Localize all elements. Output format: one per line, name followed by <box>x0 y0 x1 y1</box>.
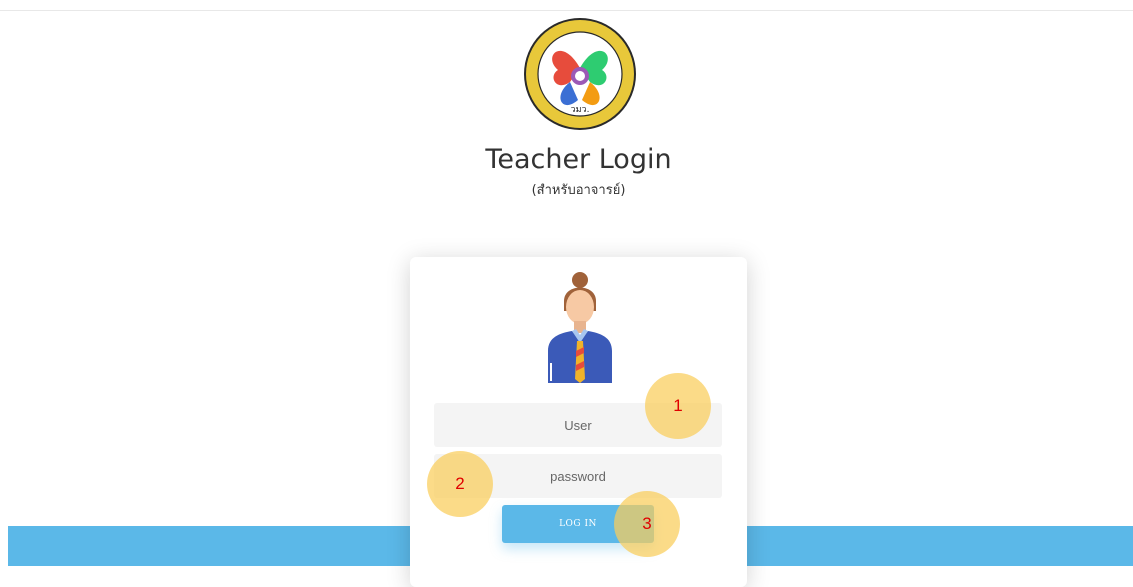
annotation-marker-1: 1 <box>645 373 711 439</box>
page-subtitle: (สำหรับอาจารย์) <box>531 183 626 198</box>
top-divider <box>0 10 1133 11</box>
teacher-avatar-icon <box>548 272 612 383</box>
annotation-marker-3: 3 <box>614 491 680 557</box>
logo-text: วมว. <box>571 105 590 115</box>
annotation-marker-2: 2 <box>427 451 493 517</box>
school-emblem-icon: วมว. <box>524 18 636 130</box>
page-title: Teacher Login <box>485 144 672 175</box>
